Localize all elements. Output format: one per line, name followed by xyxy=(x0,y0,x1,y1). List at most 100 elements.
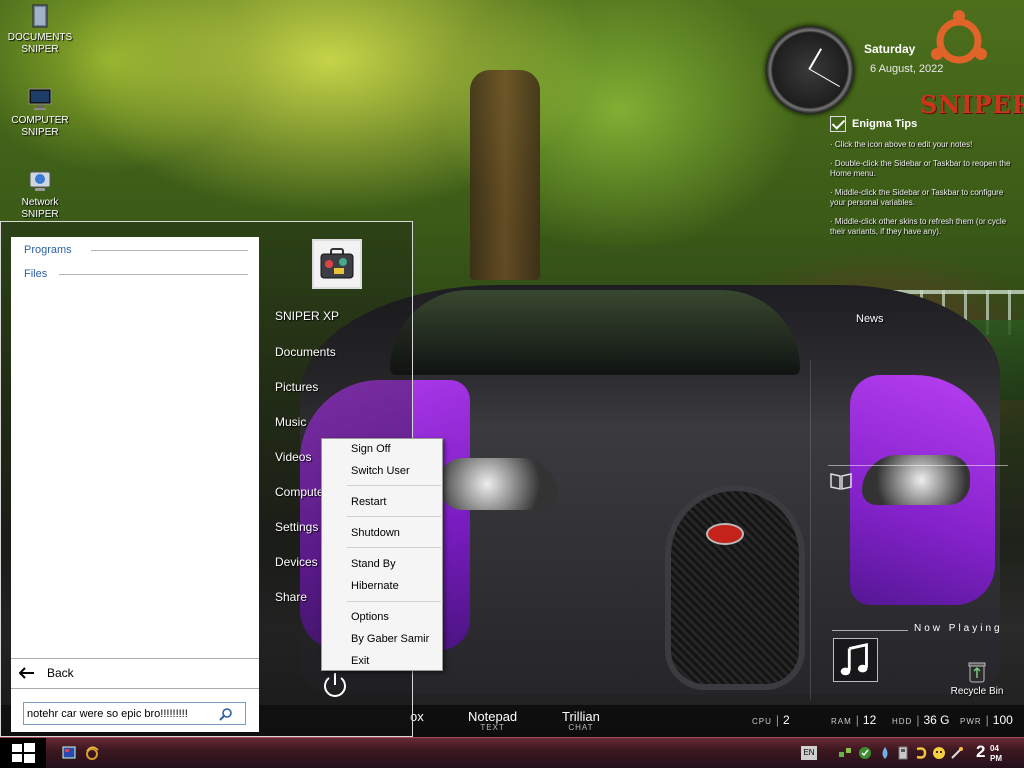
water-drop-tray-icon[interactable] xyxy=(878,746,892,760)
desktop-icon-label: Network xyxy=(21,197,59,208)
now-playing-divider xyxy=(832,630,908,631)
desktop-icon-recycle-bin[interactable]: Recycle Bin xyxy=(940,660,1014,697)
stat-label: HDD xyxy=(892,717,913,726)
back-label: Back xyxy=(47,666,74,680)
arrow-left-icon xyxy=(19,667,34,679)
stat-value: 100 xyxy=(992,713,1013,727)
analog-clock-widget[interactable] xyxy=(766,26,854,114)
clock-minutes: 04 xyxy=(990,744,999,753)
start-link-settings[interactable]: Settings xyxy=(275,520,318,534)
wallpaper-car-windshield xyxy=(390,290,800,375)
desktop-icon-label: COMPUTER xyxy=(11,115,69,126)
dock-app-notepad[interactable]: Notepad TEXT xyxy=(468,709,517,732)
category-divider xyxy=(91,250,248,251)
notes-tip: · Click the icon above to edit your note… xyxy=(830,140,973,149)
desktop-icon-documents[interactable]: DOCUMENTS SNIPER xyxy=(0,3,80,56)
menu-item-restart[interactable]: Restart xyxy=(351,496,386,508)
start-link-computer[interactable]: Computer xyxy=(275,485,328,499)
suitcase-icon xyxy=(320,248,354,279)
desktop-icon-label: SNIPER xyxy=(21,127,59,138)
start-link-sniper-xp[interactable]: SNIPER XP xyxy=(275,309,339,323)
stat-label: CPU xyxy=(752,717,772,726)
start-link-videos[interactable]: Videos xyxy=(275,450,311,464)
clock-minute-hand xyxy=(810,69,840,87)
start-menu-search-box[interactable] xyxy=(23,702,246,725)
windows-logo-icon xyxy=(12,743,35,763)
start-link-music[interactable]: Music xyxy=(275,415,306,429)
menu-item-exit[interactable]: Exit xyxy=(351,655,369,667)
notes-tip: · Double-click the Sidebar or Taskbar to… xyxy=(830,159,1011,178)
notes-title[interactable]: Enigma Tips xyxy=(830,116,1015,132)
menu-item-switch-user[interactable]: Switch User xyxy=(351,465,410,477)
search-separator xyxy=(11,688,259,689)
ubuntu-logo-icon xyxy=(931,10,987,64)
usb-tray-icon[interactable] xyxy=(896,746,910,760)
menu-item-stand-by[interactable]: Stand By xyxy=(351,558,396,570)
menu-separator xyxy=(347,547,441,548)
stat-label: PWR xyxy=(960,717,982,726)
notes-title-text: Enigma Tips xyxy=(852,118,918,130)
notes-tip: · Middle-click other skins to refresh th… xyxy=(830,217,1007,236)
sidebar-divider xyxy=(810,360,811,700)
now-playing-label: Now Playing xyxy=(914,623,1003,634)
notes-edit-checkbox-icon[interactable] xyxy=(830,116,846,132)
desktop-icon-computer[interactable]: COMPUTER SNIPER xyxy=(0,86,80,139)
date-day: Saturday xyxy=(864,42,916,56)
security-tray-icon[interactable] xyxy=(858,746,872,760)
sidebar-separator xyxy=(828,465,1008,466)
menu-item-by-gaber-samir[interactable]: By Gaber Samir xyxy=(351,633,429,645)
menu-item-shutdown[interactable]: Shutdown xyxy=(351,527,400,539)
book-icon[interactable] xyxy=(830,472,852,490)
menu-item-options[interactable]: Options xyxy=(351,611,389,623)
sync-tray-icon[interactable] xyxy=(914,746,928,760)
start-button[interactable] xyxy=(0,738,46,768)
desktop-icon-label: SNIPER xyxy=(21,209,59,220)
browser-icon[interactable] xyxy=(85,746,99,760)
start-link-pictures[interactable]: Pictures xyxy=(275,380,318,394)
start-link-devices[interactable]: Devices xyxy=(275,555,318,569)
stat-cpu: CPU | 2 xyxy=(752,713,790,727)
power-context-menu: Sign Off Switch User Restart Shutdown St… xyxy=(321,438,443,671)
stat-value: 12 xyxy=(862,713,877,727)
wallpaper-car-grille xyxy=(665,485,805,690)
start-menu-category-files[interactable]: Files xyxy=(24,268,47,280)
search-input[interactable] xyxy=(24,707,219,720)
music-player-button[interactable] xyxy=(833,638,878,682)
stat-value: 2 xyxy=(783,713,790,727)
user-avatar[interactable] xyxy=(312,239,362,289)
wallpaper-headlight-left xyxy=(440,458,558,510)
dock-app-trillian[interactable]: Trillian CHAT xyxy=(562,709,600,732)
messenger-tray-icon[interactable] xyxy=(932,746,946,760)
news-widget-label[interactable]: News xyxy=(856,313,884,325)
wallpaper-car-badge xyxy=(706,523,744,545)
back-separator xyxy=(11,658,259,659)
menu-item-sign-off[interactable]: Sign Off xyxy=(351,443,391,455)
network-tray-icon[interactable] xyxy=(838,746,852,760)
network-icon xyxy=(29,171,51,191)
sniper-logo: SNIPER xyxy=(920,90,1024,119)
desktop-icon-network[interactable]: Network SNIPER xyxy=(0,168,80,221)
category-divider xyxy=(59,274,248,275)
language-indicator[interactable]: EN xyxy=(801,746,817,760)
dock-app-name: Notepad xyxy=(468,709,518,724)
taskbar xyxy=(0,737,1024,768)
stat-power: PWR | 100 xyxy=(960,713,1013,727)
power-icon[interactable] xyxy=(321,671,349,699)
wand-tray-icon[interactable] xyxy=(950,746,964,760)
back-button[interactable]: Back xyxy=(19,666,74,680)
menu-item-hibernate[interactable]: Hibernate xyxy=(351,580,399,592)
dock-app-sub: TEXT xyxy=(480,723,505,732)
stat-value: 36 G xyxy=(923,713,950,727)
show-desktop-icon[interactable] xyxy=(62,746,76,760)
search-icon[interactable] xyxy=(219,707,233,721)
taskbar-clock[interactable]: 2 04 PM xyxy=(976,742,1002,763)
recycle-bin-label: Recycle Bin xyxy=(950,686,1004,697)
start-link-share[interactable]: Share xyxy=(275,590,307,604)
dock-app-sub: CHAT xyxy=(568,723,594,732)
start-menu-category-programs[interactable]: Programs xyxy=(24,244,72,256)
documents-icon xyxy=(32,4,48,28)
dock-app-name: Trillian xyxy=(562,709,600,724)
clock-ampm: PM xyxy=(990,754,1002,763)
start-link-documents[interactable]: Documents xyxy=(275,345,336,359)
menu-separator xyxy=(347,516,441,517)
